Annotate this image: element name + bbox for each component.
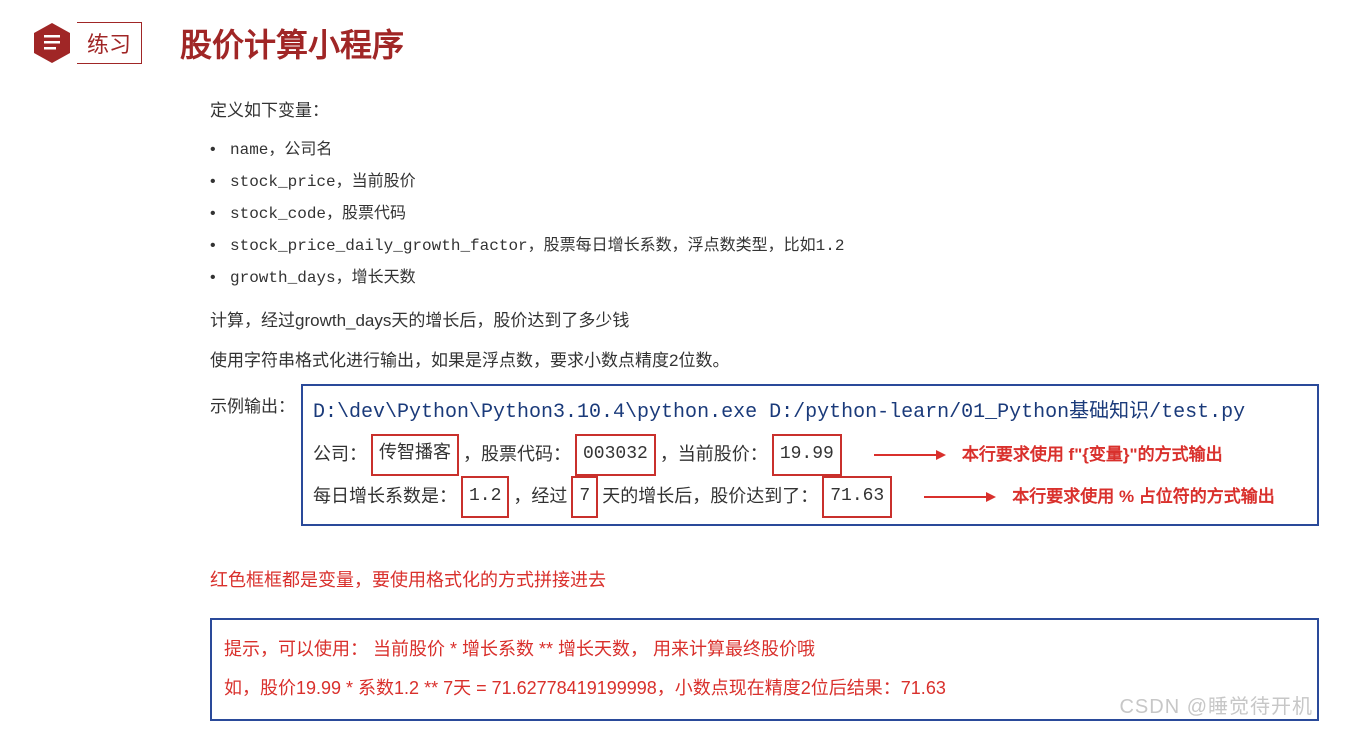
badge-label: 练习 [77,22,142,64]
list-item: growth_days，增长天数 [210,262,1319,294]
var-code: 003032 [575,434,656,476]
format-text: 使用字符串格式化进行输出，如果是浮点数，要求小数点精度2位数。 [210,344,1319,378]
variable-list: name，公司名 stock_price，当前股价 stock_code，股票代… [210,134,1319,294]
page-title: 股价计算小程序 [180,20,404,66]
list-hex-icon [30,21,74,65]
arrow-icon [874,450,946,460]
var-price: 19.99 [772,434,842,476]
list-item: stock_price，当前股价 [210,166,1319,198]
watermark: CSDN @睡觉待开机 [1119,690,1313,719]
var-days: 7 [571,476,598,518]
output-line-2: 公司： 传智播客 ，股票代码： 003032 ，当前股价： 19.99 本行要求… [313,434,1307,476]
header: 练习 股价计算小程序 [30,20,1319,66]
example-label: 示例输出： [210,384,295,424]
intro-text: 定义如下变量： [210,94,1319,128]
var-final: 71.63 [822,476,892,518]
red-note: 红色框框都是变量，要使用格式化的方式拼接进去 [210,562,1319,598]
list-item: name，公司名 [210,134,1319,166]
content: 定义如下变量： name，公司名 stock_price，当前股价 stock_… [210,94,1319,721]
calc-text: 计算，经过growth_days天的增长后，股价达到了多少钱 [210,304,1319,338]
annotation-fstring: 本行要求使用 f"{变量}"的方式输出 [962,437,1223,473]
annotation-percent: 本行要求使用 % 占位符的方式输出 [1012,479,1275,515]
list-item: stock_code，股票代码 [210,198,1319,230]
arrow-icon [924,492,996,502]
hint-line-1: 提示，可以使用： 当前股价 * 增长系数 ** 增长天数， 用来计算最终股价哦 [224,630,1305,670]
var-factor: 1.2 [461,476,509,518]
var-company: 传智播客 [371,434,459,476]
output-box: D:\dev\Python\Python3.10.4\python.exe D:… [301,384,1319,526]
list-item: stock_price_daily_growth_factor，股票每日增长系数… [210,230,1319,262]
exercise-badge: 练习 [30,21,142,65]
output-path: D:\dev\Python\Python3.10.4\python.exe D:… [313,392,1307,434]
example-block: 示例输出： D:\dev\Python\Python3.10.4\python.… [210,384,1319,526]
output-line-3: 每日增长系数是： 1.2 ，经过 7 天的增长后，股价达到了： 71.63 本行… [313,476,1307,518]
